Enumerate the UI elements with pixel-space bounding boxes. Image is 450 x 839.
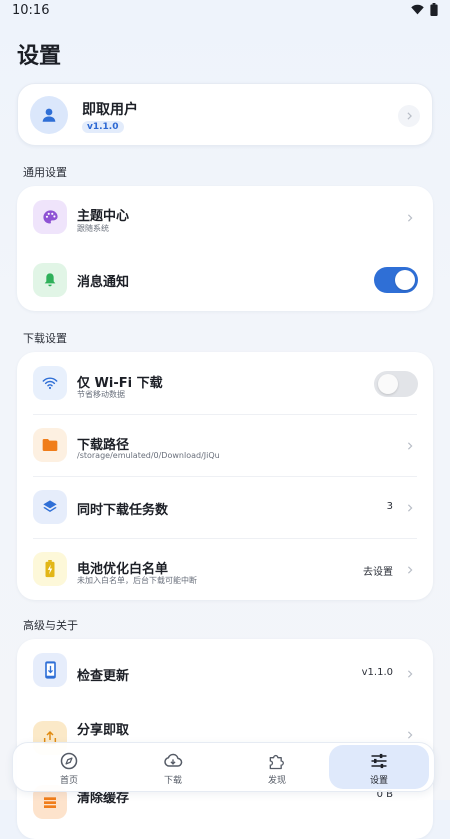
battery-icon xyxy=(430,3,438,16)
nav-label-discover: 发现 xyxy=(267,776,286,786)
chevron-right-icon xyxy=(407,442,413,450)
nav-label-download: 下载 xyxy=(163,776,182,786)
profile-card[interactable]: 即取用户 v1.1.0 xyxy=(17,83,433,146)
section-label-download: 下载设置 xyxy=(23,332,67,345)
theme-center-title: 主题中心 xyxy=(77,209,130,224)
notifications-title: 消息通知 xyxy=(77,275,130,290)
status-icons xyxy=(411,3,438,16)
wifi-only-subtitle: 节省移动数据 xyxy=(77,390,125,399)
wifi-icon xyxy=(42,377,58,390)
wifi-icon-wrap xyxy=(33,366,67,400)
notifications-row: 消息通知 xyxy=(17,249,433,311)
toggle-knob xyxy=(378,374,398,394)
palette-icon xyxy=(42,209,58,224)
chevron-right-icon xyxy=(407,214,413,222)
download-path-row[interactable]: 下载路径 /storage/emulated/0/Download/JiQu xyxy=(17,414,433,476)
nav-tab-download[interactable]: 下载 xyxy=(123,745,223,789)
concurrent-downloads-value: 3 xyxy=(386,501,393,512)
section-label-general: 通用设置 xyxy=(23,166,67,179)
battery-charging-icon xyxy=(45,560,55,578)
chevron-right-icon xyxy=(407,731,413,739)
bell-icon xyxy=(44,273,56,287)
download-path-subtitle: /storage/emulated/0/Download/JiQu xyxy=(77,451,220,460)
chevron-right-icon xyxy=(407,670,413,678)
check-update-value: v1.1.0 xyxy=(361,667,393,678)
chevron-right-icon xyxy=(406,112,412,120)
concurrent-downloads-title: 同时下载任务数 xyxy=(77,503,169,518)
theme-icon-wrap xyxy=(33,200,67,234)
cloud-download-icon xyxy=(164,753,183,767)
bottom-navigation: 首页 下载 发现 设置 xyxy=(12,742,435,792)
nav-label-settings: 设置 xyxy=(369,776,388,786)
avatar xyxy=(30,96,68,134)
toggle-knob xyxy=(395,270,415,290)
theme-center-subtitle: 跟随系统 xyxy=(77,224,109,233)
compass-icon xyxy=(60,752,78,770)
wifi-only-toggle[interactable] xyxy=(374,371,418,397)
user-icon xyxy=(42,108,56,122)
wifi-only-row: 仅 Wi-Fi 下载 节省移动数据 xyxy=(17,352,433,414)
theme-center-row[interactable]: 主题中心 跟随系统 xyxy=(17,186,433,248)
download-settings-card: 仅 Wi-Fi 下载 节省移动数据 下载路径 /storage/emulated… xyxy=(17,352,433,600)
folder-icon xyxy=(42,439,58,451)
folder-icon-wrap xyxy=(33,428,67,462)
nav-label-home: 首页 xyxy=(59,776,78,786)
share-app-title: 分享即取 xyxy=(77,723,130,738)
nav-tab-discover[interactable]: 发现 xyxy=(227,745,327,789)
bell-icon-wrap xyxy=(33,263,67,297)
check-update-title: 检查更新 xyxy=(77,669,130,684)
chevron-right-icon xyxy=(407,566,413,574)
profile-arrow-button[interactable] xyxy=(398,105,420,127)
version-badge: v1.1.0 xyxy=(82,121,124,133)
status-bar: 10:16 xyxy=(0,0,450,22)
battery-whitelist-row[interactable]: 电池优化白名单 未加入白名单，后台下载可能中断 去设置 xyxy=(17,538,433,600)
advanced-settings-card: 检查更新 v1.1.0 分享即取 清除缓存 0 B xyxy=(17,639,433,839)
general-settings-card: 主题中心 跟随系统 消息通知 xyxy=(17,186,433,311)
wifi-signal-icon xyxy=(411,4,424,15)
section-label-advanced: 高级与关于 xyxy=(23,619,78,632)
battery-icon-wrap xyxy=(33,552,67,586)
puzzle-icon xyxy=(269,754,284,770)
layers-icon xyxy=(43,500,57,512)
profile-name: 即取用户 xyxy=(82,102,138,118)
clear-cache-icon xyxy=(44,797,56,808)
phone-update-icon xyxy=(44,661,56,679)
update-icon-wrap xyxy=(33,653,67,687)
sliders-icon xyxy=(371,753,387,769)
nav-tab-home[interactable]: 首页 xyxy=(19,745,119,789)
battery-whitelist-subtitle: 未加入白名单，后台下载可能中断 xyxy=(77,576,197,585)
check-update-row[interactable]: 检查更新 v1.1.0 xyxy=(17,639,433,701)
nav-tab-settings[interactable]: 设置 xyxy=(329,745,429,789)
layers-icon-wrap xyxy=(33,490,67,524)
notifications-toggle[interactable] xyxy=(374,267,418,293)
battery-whitelist-value: 去设置 xyxy=(363,567,393,578)
chevron-right-icon xyxy=(407,504,413,512)
page-title: 设置 xyxy=(17,44,62,69)
concurrent-downloads-row[interactable]: 同时下载任务数 3 xyxy=(17,476,433,538)
status-time: 10:16 xyxy=(12,3,50,18)
